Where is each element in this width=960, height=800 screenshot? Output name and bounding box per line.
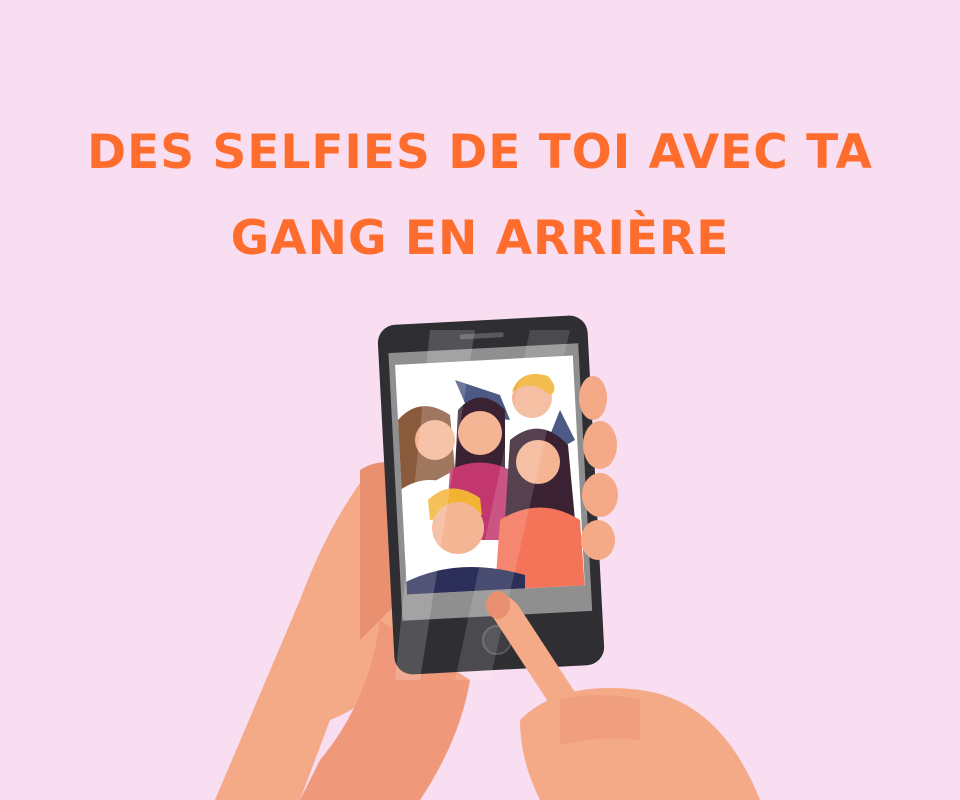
right-hand: [485, 591, 760, 800]
selfie-illustration: [215, 315, 760, 800]
poster: DES SELFIES DE TOI AVEC TA GANG EN ARRIÈ…: [0, 0, 960, 800]
